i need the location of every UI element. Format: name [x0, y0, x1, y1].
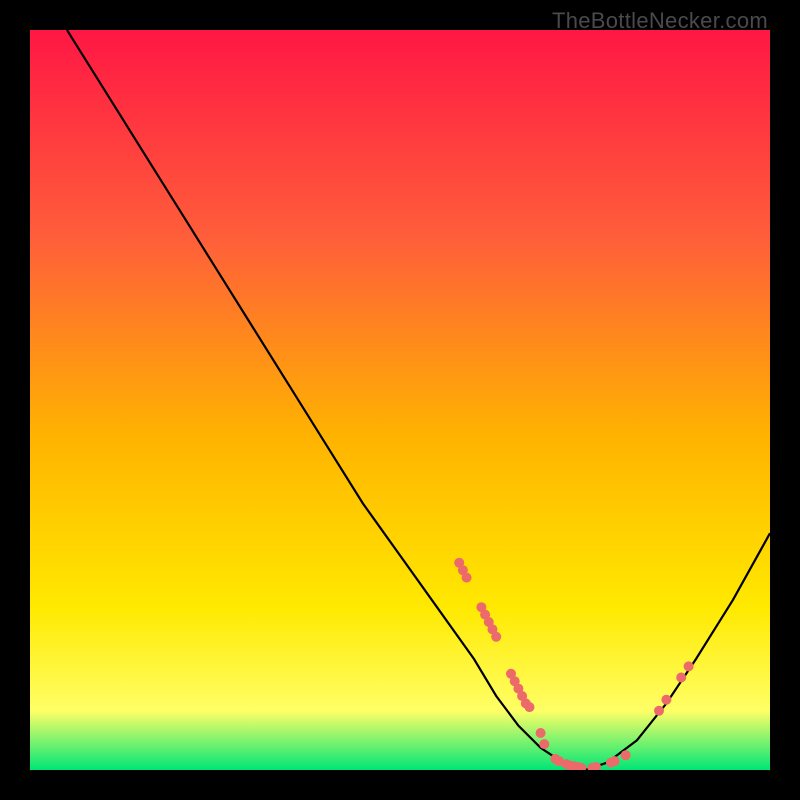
- marker-dot: [661, 695, 671, 705]
- marker-dot: [539, 739, 549, 749]
- marker-dot: [684, 661, 694, 671]
- marker-dot: [462, 573, 472, 583]
- marker-dot: [676, 673, 686, 683]
- gradient-background: [30, 30, 770, 770]
- marker-dot: [621, 750, 631, 760]
- marker-dot: [536, 728, 546, 738]
- chart-frame: [30, 30, 770, 770]
- marker-dot: [491, 632, 501, 642]
- marker-dot: [610, 756, 620, 766]
- chart-svg: [30, 30, 770, 770]
- marker-dot: [654, 706, 664, 716]
- marker-dot: [525, 702, 535, 712]
